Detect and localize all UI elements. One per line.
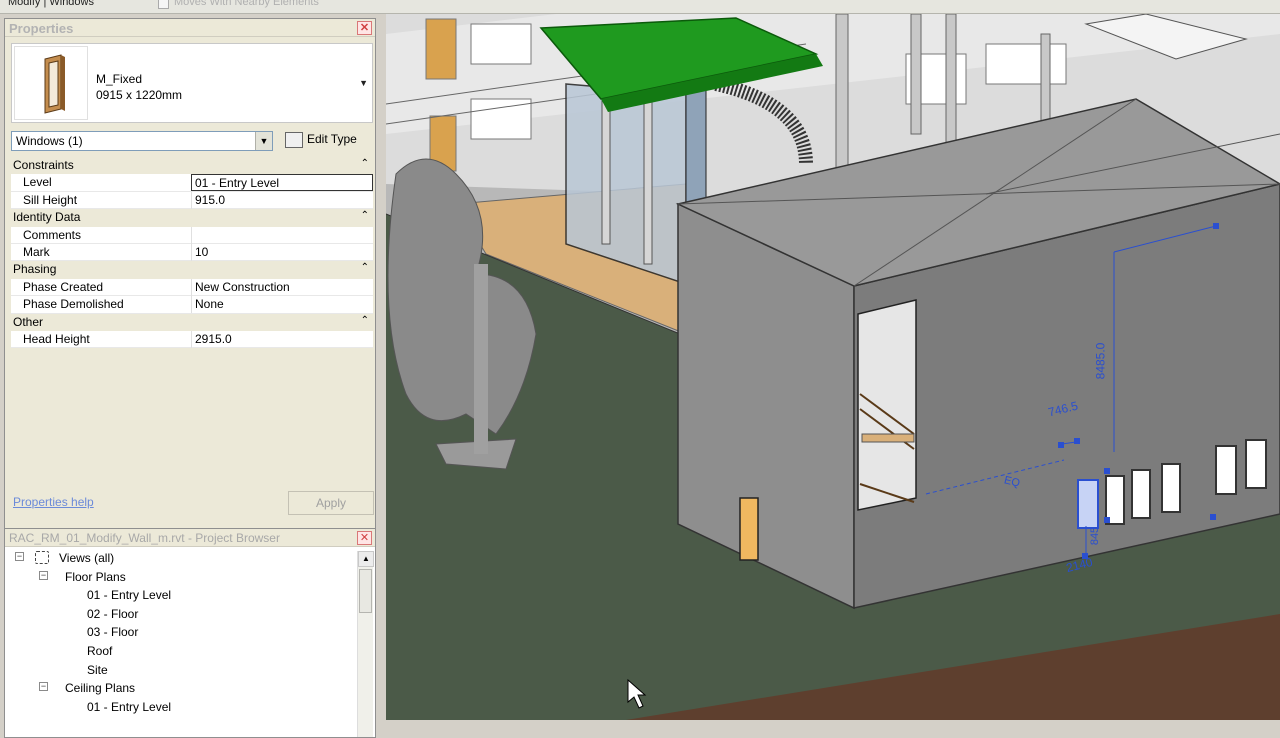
3d-model-view[interactable] <box>386 14 1280 720</box>
tree-label: Roof <box>87 643 113 658</box>
tree-item[interactable]: 03 - Floor <box>5 623 357 642</box>
property-row[interactable]: Phase Created New Construction <box>11 278 373 297</box>
group-identity-data[interactable]: Identity Data ⌃ <box>11 209 373 227</box>
scroll-up-icon[interactable]: ▲ <box>358 551 374 567</box>
properties-help-link[interactable]: Properties help <box>13 495 94 509</box>
tree-label: Views (all) <box>59 551 115 565</box>
mark-field[interactable]: 10 <box>191 243 373 261</box>
property-key: Head Height <box>23 331 90 346</box>
moves-with-nearby-label: Moves With Nearby Elements <box>174 0 319 8</box>
tree-node-floor-plans[interactable]: − Floor Plans <box>5 568 357 587</box>
tree-item[interactable]: Site <box>5 661 357 680</box>
left-panel: Properties ✕ M_Fixed 0915 x 1220mm ▼ Win… <box>0 14 380 738</box>
properties-title: Properties <box>9 21 74 36</box>
property-key: Comments <box>23 227 82 242</box>
tree-label: 01 - Entry Level <box>87 588 172 603</box>
phase-created-field[interactable]: New Construction <box>191 278 373 296</box>
head-height-field[interactable]: 2915.0 <box>191 330 373 348</box>
type-dropdown-icon[interactable]: ▼ <box>359 78 368 88</box>
properties-grid: Constraints ⌃ Level 01 - Entry Level Sil… <box>11 157 373 349</box>
properties-close-icon[interactable]: ✕ <box>357 21 372 35</box>
tree-label: 02 - Floor <box>87 606 139 621</box>
collapse-icon[interactable]: − <box>15 552 24 561</box>
browser-title-bar: RAC_RM_01_Modify_Wall_m.rvt - Project Br… <box>5 529 375 547</box>
tree-node-ceiling-plans[interactable]: − Ceiling Plans <box>5 679 357 698</box>
apply-button[interactable]: Apply <box>288 491 374 515</box>
group-label: Identity Data <box>13 210 81 225</box>
tree-label: 03 - Floor <box>87 625 139 640</box>
property-row[interactable]: Sill Height 915.0 <box>11 191 373 210</box>
sill-height-field[interactable]: 915.0 <box>191 191 373 209</box>
group-label: Constraints <box>13 158 74 172</box>
property-row[interactable]: Level 01 - Entry Level <box>11 174 373 192</box>
edit-type-button[interactable]: Edit Type <box>281 129 361 151</box>
phase-demolished-field[interactable]: None <box>191 296 373 314</box>
collapse-icon[interactable]: ⌃ <box>361 158 369 169</box>
collapse-icon[interactable]: − <box>39 682 48 692</box>
tree-item[interactable]: 02 - Floor <box>5 605 357 624</box>
property-row[interactable]: Comments <box>11 226 373 244</box>
property-key: Phase Demolished <box>23 297 124 312</box>
property-row[interactable]: Mark 10 <box>11 243 373 262</box>
tree-item[interactable]: Roof <box>5 642 357 661</box>
properties-title-bar: Properties ✕ <box>5 19 375 37</box>
property-row[interactable]: Phase Demolished None <box>11 296 373 314</box>
instance-filter-dropdown[interactable]: Windows (1) ▼ <box>11 131 273 151</box>
group-constraints[interactable]: Constraints ⌃ <box>11 157 373 175</box>
group-label: Phasing <box>13 262 57 277</box>
collapse-icon[interactable]: ⌃ <box>361 315 369 326</box>
property-key: Sill Height <box>23 192 78 207</box>
browser-scrollbar[interactable]: ▲ <box>357 551 374 737</box>
scrollbar-thumb[interactable] <box>359 569 372 613</box>
tree-label: 01 - Entry Level <box>87 699 172 714</box>
collapse-icon[interactable]: ⌃ <box>361 210 369 221</box>
property-key: Phase Created <box>23 279 104 294</box>
edit-type-icon <box>285 132 303 148</box>
group-phasing[interactable]: Phasing ⌃ <box>11 261 373 279</box>
browser-tree: − Views (all) − Floor Plans 01 - Entry L… <box>5 549 357 716</box>
properties-palette: Properties ✕ M_Fixed 0915 x 1220mm ▼ Win… <box>4 18 376 530</box>
project-browser: RAC_RM_01_Modify_Wall_m.rvt - Project Br… <box>4 528 376 738</box>
property-row[interactable]: Head Height 2915.0 <box>11 330 373 349</box>
type-selector[interactable]: M_Fixed 0915 x 1220mm ▼ <box>11 43 373 123</box>
level-field[interactable]: 01 - Entry Level <box>191 174 373 192</box>
tree-node-views[interactable]: − Views (all) <box>5 549 357 568</box>
instance-filter-value: Windows (1) <box>16 134 83 148</box>
property-key: Level <box>23 175 52 190</box>
property-key: Mark <box>23 244 50 259</box>
tree-item[interactable]: 01 - Entry Level <box>5 586 357 605</box>
collapse-icon[interactable]: ⌃ <box>361 262 369 273</box>
tree-label: Site <box>87 662 108 677</box>
ribbon-context-label: Modify | Windows <box>8 0 94 8</box>
type-size: 0915 x 1220mm <box>96 88 183 102</box>
collapse-icon[interactable]: − <box>39 570 48 580</box>
group-label: Other <box>13 314 44 329</box>
views-icon <box>35 551 49 564</box>
edit-type-label: Edit Type <box>307 132 357 146</box>
3d-viewport[interactable]: 746.5 EQ 8485.0 2140 845 <box>386 14 1280 720</box>
browser-close-icon[interactable]: ✕ <box>357 531 372 545</box>
group-other[interactable]: Other ⌃ <box>11 313 373 331</box>
dimension-label[interactable]: 845 <box>1089 527 1101 545</box>
type-name: M_Fixed <box>96 72 143 86</box>
window-thumbnail-icon <box>44 54 65 114</box>
comments-field[interactable] <box>191 226 373 244</box>
ribbon-strip: Modify | Windows Moves With Nearby Eleme… <box>0 0 1280 14</box>
tree-label: Ceiling Plans <box>65 681 136 696</box>
tree-label: Floor Plans <box>65 569 126 584</box>
tree-item[interactable]: 01 - Entry Level <box>5 698 357 717</box>
window-type-thumbnail <box>14 46 88 120</box>
moves-with-nearby-checkbox[interactable] <box>158 0 169 9</box>
dimension-label[interactable]: 8485.0 <box>1093 343 1107 380</box>
browser-title: RAC_RM_01_Modify_Wall_m.rvt - Project Br… <box>9 531 280 545</box>
chevron-down-icon[interactable]: ▼ <box>255 132 272 150</box>
